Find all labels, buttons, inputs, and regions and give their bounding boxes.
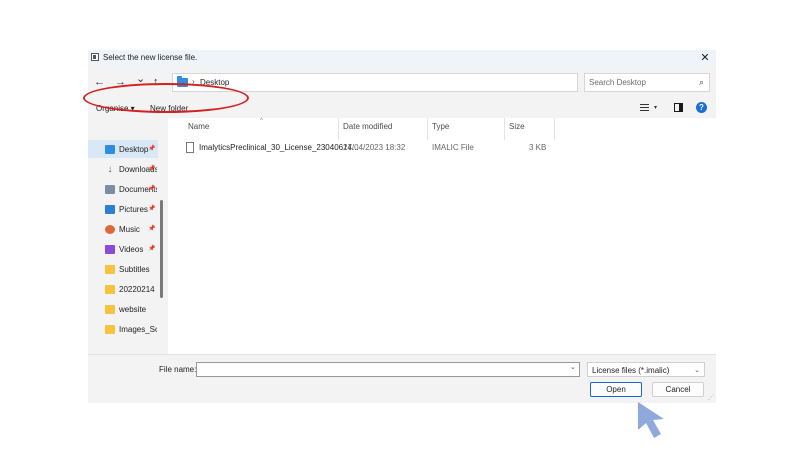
column-header-size[interactable]: Size [509, 122, 525, 131]
search-icon: ⌕ [698, 77, 704, 87]
file-type: IMALIC File [432, 143, 474, 152]
address-path[interactable]: Desktop [200, 78, 229, 87]
sidebar-item-downloads[interactable]: ↓ Downloads 📌 [88, 160, 158, 178]
sidebar-item-music[interactable]: Music 📌 [88, 220, 158, 238]
help-icon[interactable]: ? [696, 102, 707, 113]
file-size: 3 KB [529, 143, 547, 152]
file-row[interactable]: ImalyticsPreclinical_30_License_23040614… [174, 140, 644, 156]
column-header-date-modified[interactable]: Date modified [343, 122, 392, 131]
sidebar-item-label: Subtitles [119, 265, 150, 274]
pin-icon: 📌 [148, 166, 156, 172]
forward-button[interactable]: → [115, 75, 126, 89]
pin-icon: 📌 [148, 186, 156, 192]
sidebar-item-pictures[interactable]: Pictures 📌 [88, 200, 158, 218]
chevron-right-icon: › [192, 77, 195, 86]
preview-pane-icon[interactable] [674, 103, 683, 112]
folder-icon [105, 325, 115, 334]
sidebar-item-subtitles[interactable]: Subtitles [88, 260, 158, 278]
organise-button[interactable]: Organise ▾ [96, 104, 135, 113]
download-icon: ↓ [107, 164, 113, 175]
folder-icon [105, 285, 115, 294]
column-divider[interactable] [338, 118, 339, 140]
command-bar: Organise ▾ New folder ▾ ? [88, 100, 716, 118]
music-icon [105, 225, 115, 234]
open-button[interactable]: Open [590, 382, 642, 397]
new-folder-button[interactable]: New folder [150, 104, 188, 113]
file-type-filter[interactable]: License files (*.imalic) ⌄ [587, 362, 705, 377]
file-name-dropdown-icon[interactable]: ⌄ [570, 363, 576, 371]
file-type-filter-value: License files (*.imalic) [592, 366, 670, 375]
column-divider[interactable] [427, 118, 428, 140]
pin-icon: 📌 [148, 226, 156, 232]
pointer-arrow-icon [638, 402, 664, 438]
view-dropdown-icon[interactable]: ▾ [654, 104, 657, 111]
navigation-pane-scrollbar[interactable] [160, 200, 163, 298]
column-header-type[interactable]: Type [432, 122, 449, 131]
folder-icon [105, 265, 115, 274]
recent-locations-button[interactable]: ⌄ [136, 72, 145, 86]
sidebar-item-desktop[interactable]: Desktop 📌 [88, 140, 158, 158]
sidebar-item-label: website [119, 305, 147, 314]
file-name-label: File name: [159, 365, 197, 374]
sidebar-item-20220214[interactable]: 20220214 L [88, 280, 158, 298]
sidebar-item-website[interactable]: website [88, 300, 158, 318]
resize-grip-icon[interactable]: ⋰ [708, 394, 714, 401]
window-title: Select the new license file. [103, 53, 198, 62]
navigation-bar: ← → ⌄ ↑ › Desktop ⌄ ↻ Search Desktop ⌕ [88, 66, 716, 100]
view-list-icon[interactable] [640, 103, 649, 112]
title-bar: Select the new license file. ✕ [88, 50, 716, 66]
search-box[interactable]: Search Desktop ⌕ [584, 73, 710, 92]
sidebar-item-videos[interactable]: Videos 📌 [88, 240, 158, 258]
column-header-name[interactable]: Name [188, 122, 209, 131]
file-name-input[interactable] [196, 362, 580, 377]
window-icon [91, 53, 99, 61]
close-button[interactable]: ✕ [698, 50, 712, 66]
sidebar-item-documents[interactable]: Documents 📌 [88, 180, 158, 198]
navigation-pane: Desktop 📌 ↓ Downloads 📌 Documents 📌 Pict… [88, 120, 166, 354]
cancel-button[interactable]: Cancel [652, 382, 704, 397]
file-name: ImalyticsPreclinical_30_License_23040614… [199, 143, 359, 152]
file-open-dialog: Select the new license file. ✕ ← → ⌄ ↑ ›… [88, 50, 716, 403]
up-button[interactable]: ↑ [153, 75, 159, 89]
dialog-footer: File name: ⌄ License files (*.imalic) ⌄ … [88, 354, 716, 403]
column-divider[interactable] [554, 118, 555, 140]
sidebar-item-label: Images_Sof [119, 325, 157, 334]
file-list: ^ Name Date modified Type Size Imalytics… [168, 118, 716, 354]
folder-icon [105, 305, 115, 314]
search-input[interactable]: Search Desktop [589, 78, 646, 87]
pin-icon: 📌 [148, 206, 156, 212]
file-date-modified: 27/04/2023 18:32 [343, 143, 406, 152]
file-icon [186, 142, 194, 153]
back-button[interactable]: ← [94, 75, 105, 89]
desktop-folder-icon [105, 145, 115, 154]
sidebar-item-label: 20220214 L [119, 285, 157, 294]
folder-icon [177, 76, 188, 87]
sidebar-item-images-sof[interactable]: Images_Sof [88, 320, 158, 338]
address-bar[interactable]: › Desktop ⌄ ↻ [172, 73, 653, 92]
pictures-icon [105, 205, 115, 214]
documents-icon [105, 185, 115, 194]
column-divider[interactable] [504, 118, 505, 140]
pin-icon: 📌 [148, 146, 156, 152]
pin-icon: 📌 [148, 246, 156, 252]
videos-icon [105, 245, 115, 254]
chevron-down-icon: ⌄ [694, 367, 700, 374]
sort-ascending-icon: ^ [260, 118, 263, 124]
